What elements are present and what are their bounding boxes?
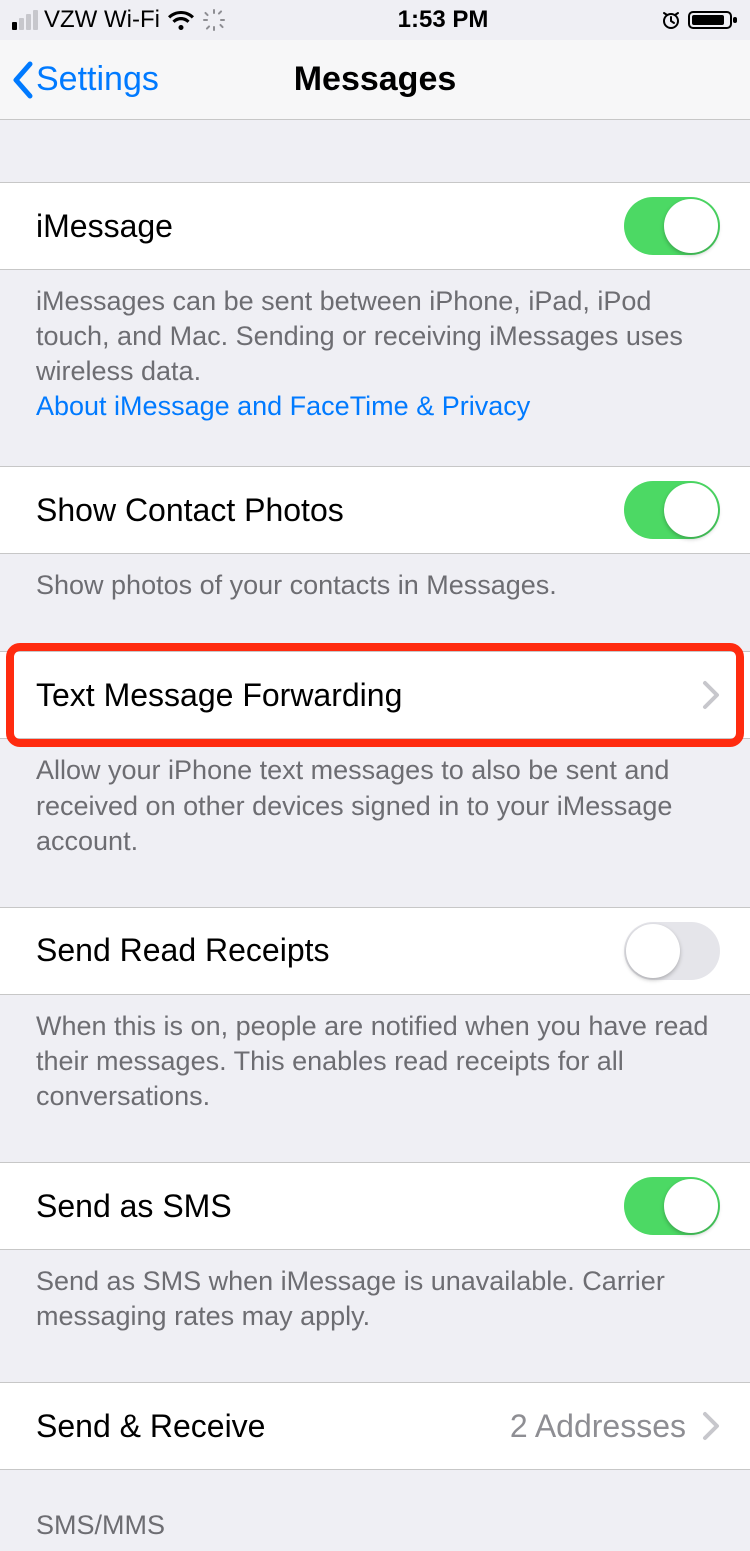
row-send-sms: Send as SMS [0,1162,750,1250]
row-contact-photos: Show Contact Photos [0,466,750,554]
forwarding-footer: Allow your iPhone text messages to also … [0,739,750,858]
status-left: VZW Wi-Fi [12,6,226,34]
alarm-icon [660,9,682,31]
battery-icon [688,9,738,31]
back-button[interactable]: Settings [0,60,159,100]
send-receive-detail: 2 Addresses [510,1408,686,1445]
sms-mms-header: SMS/MMS [0,1470,750,1551]
send-sms-toggle[interactable] [624,1177,720,1235]
imessage-toggle[interactable] [624,197,720,255]
row-label: iMessage [36,208,173,245]
chevron-right-icon [702,1411,720,1441]
chevron-left-icon [10,60,36,100]
row-send-receive[interactable]: Send & Receive 2 Addresses [0,1382,750,1470]
cellular-signal-icon [12,10,38,30]
row-label: Text Message Forwarding [36,677,402,714]
row-label: Send & Receive [36,1408,265,1445]
loading-spinner-icon [202,8,226,32]
status-right [660,9,738,31]
imessage-footer: iMessages can be sent between iPhone, iP… [0,270,750,424]
back-label: Settings [36,60,159,99]
row-label: Send as SMS [36,1188,232,1225]
contact-photos-toggle[interactable] [624,481,720,539]
read-receipts-footer: When this is on, people are notified whe… [0,995,750,1114]
carrier-label: VZW Wi-Fi [44,6,160,34]
row-label: Show Contact Photos [36,492,344,529]
row-imessage: iMessage [0,182,750,270]
row-label: Send Read Receipts [36,932,330,969]
wifi-icon [166,9,196,31]
row-text-forwarding[interactable]: Text Message Forwarding [0,651,750,739]
read-receipts-toggle[interactable] [624,922,720,980]
chevron-right-icon [702,680,720,710]
imessage-privacy-link[interactable]: About iMessage and FaceTime & Privacy [36,391,530,421]
send-sms-footer: Send as SMS when iMessage is unavailable… [0,1250,750,1334]
nav-bar: Settings Messages [0,40,750,120]
status-time: 1:53 PM [398,6,489,34]
status-bar: VZW Wi-Fi 1:53 PM [0,0,750,40]
contact-photos-footer: Show photos of your contacts in Messages… [0,554,750,603]
row-read-receipts: Send Read Receipts [0,907,750,995]
